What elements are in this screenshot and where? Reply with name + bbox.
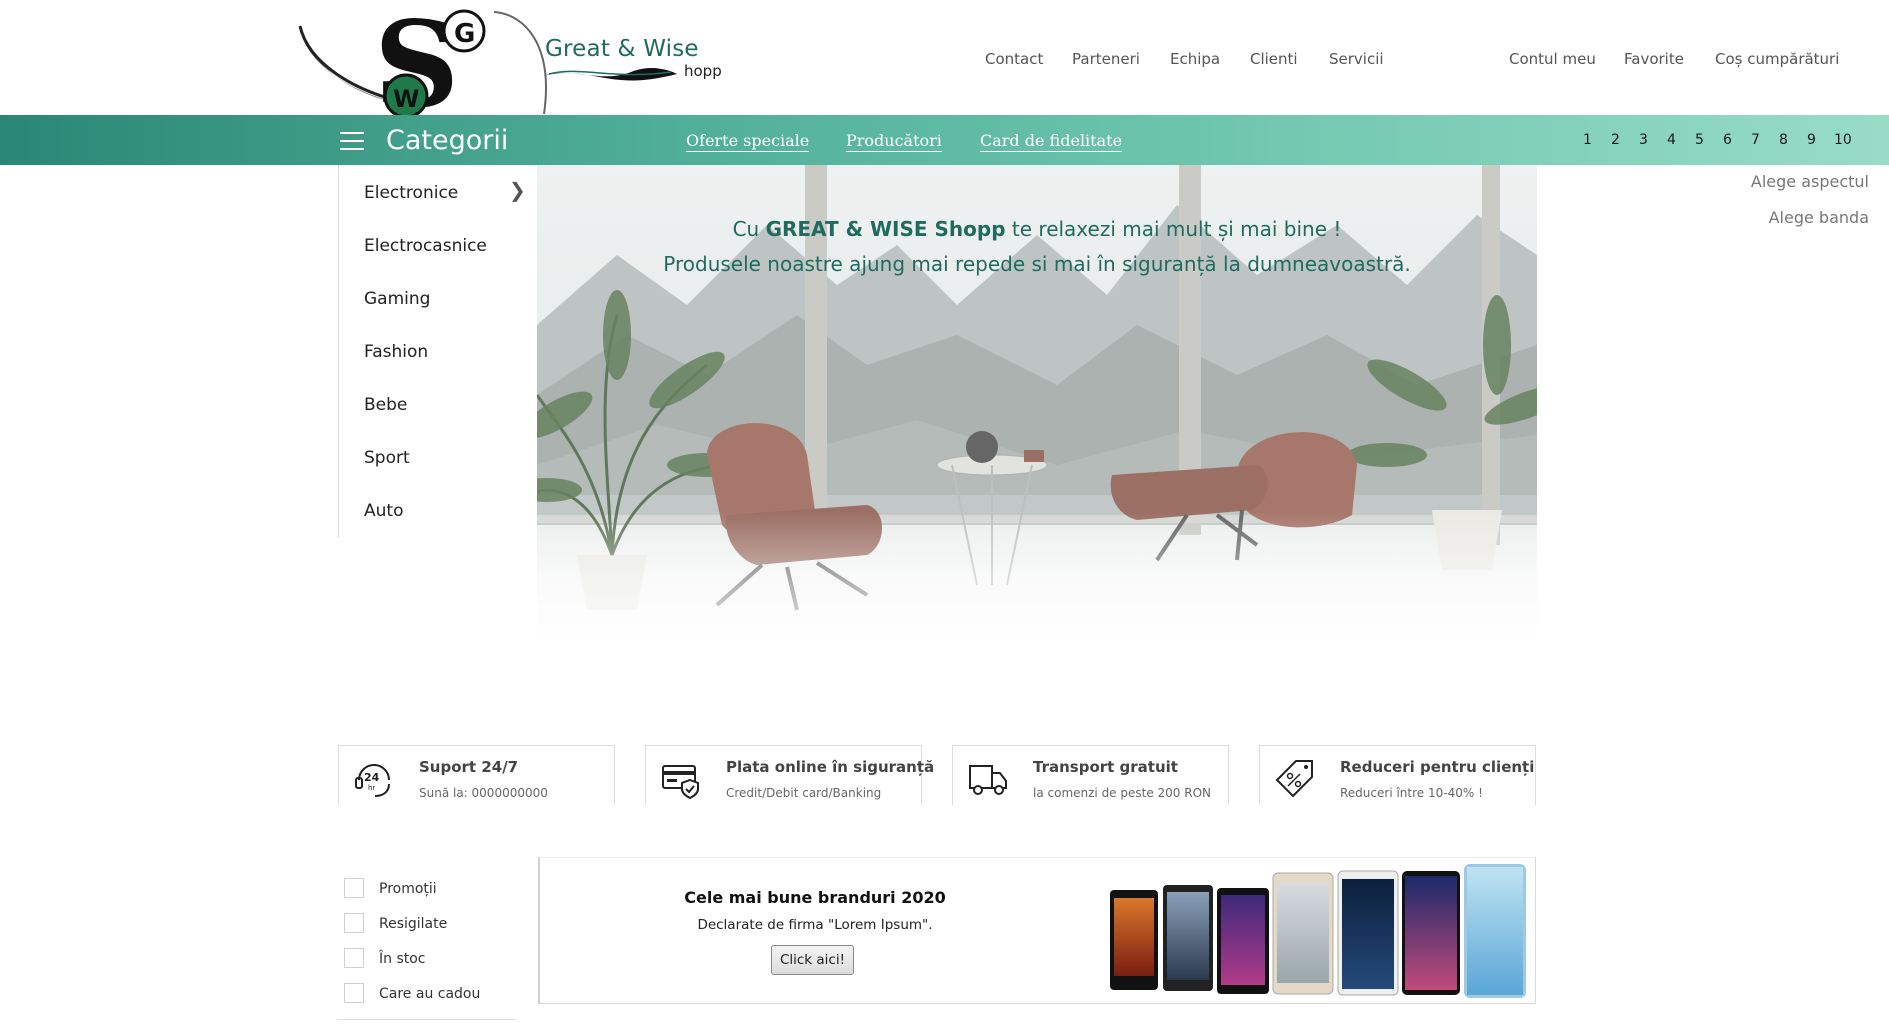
categories-title[interactable]: Categorii — [386, 125, 508, 156]
card-shield-icon — [662, 765, 699, 800]
page-8[interactable]: 8 — [1779, 132, 1788, 148]
category-electronice[interactable]: Electronice — [364, 183, 458, 203]
filter-label: Care au cadou — [379, 986, 481, 1002]
chevron-right-icon[interactable]: ❯ — [509, 178, 526, 202]
discount-tag-icon — [1275, 760, 1313, 798]
svg-text:hr: hr — [368, 784, 375, 792]
logo-letter-w: W — [393, 85, 419, 113]
link-card-fidelitate[interactable]: Card de fidelitate — [980, 131, 1123, 152]
category-auto[interactable]: Auto — [364, 501, 403, 521]
category-gaming[interactable]: Gaming — [364, 289, 430, 309]
page-10[interactable]: 10 — [1834, 132, 1852, 148]
nav-contact[interactable]: Contact — [985, 50, 1043, 68]
nav-parteneri[interactable]: Parteneri — [1072, 50, 1140, 68]
brands-promo: Cele mai bune branduri 2020 Declarate de… — [538, 857, 1536, 1004]
link-producatori[interactable]: Producători — [846, 131, 942, 152]
logo-letter-g: G — [454, 19, 475, 49]
category-bar: Categorii Oferte speciale Producători Ca… — [0, 115, 1889, 165]
page-1[interactable]: 1 — [1583, 132, 1592, 148]
page-6[interactable]: 6 — [1723, 132, 1732, 148]
option-alege-aspectul[interactable]: Alege aspectul — [1751, 172, 1869, 191]
category-sport[interactable]: Sport — [364, 448, 410, 468]
feature-title: Plata online în siguranță — [726, 758, 935, 776]
nav-favorite[interactable]: Favorite — [1624, 50, 1684, 68]
category-electrocasnice[interactable]: Electrocasnice — [364, 236, 487, 256]
filter-label: Promoții — [379, 881, 437, 897]
page-9[interactable]: 9 — [1807, 132, 1816, 148]
promo-subtitle: Declarate de firma "Lorem Ipsum". — [697, 917, 933, 933]
filter-list: Promoții Resigilate În stoc Care au cado… — [338, 870, 516, 1020]
page-7[interactable]: 7 — [1751, 132, 1760, 148]
menu-icon[interactable] — [340, 132, 364, 150]
feature-title: Suport 24/7 — [419, 758, 519, 776]
filter-label: În stoc — [379, 951, 426, 967]
checkbox[interactable] — [344, 878, 364, 898]
hero-subline: Produsele noastre ajung mai repede si ma… — [663, 252, 1411, 276]
support-24-icon: 24 hr — [355, 764, 390, 797]
brand-name[interactable]: Great & Wise hopp — [543, 36, 722, 81]
feature-title: Transport gratuit — [1033, 758, 1178, 776]
feature-free-shipping[interactable]: Transport gratuit la comenzi de peste 20… — [952, 745, 1229, 805]
nav-cos-cumparaturi[interactable]: Coș cumpărături — [1715, 50, 1839, 68]
checkbox[interactable] — [344, 983, 364, 1003]
promo-title: Cele mai bune branduri 2020 — [684, 888, 946, 907]
brand-title: Great & Wise — [545, 36, 699, 62]
feature-subtitle: Credit/Debit card/Banking — [726, 786, 882, 800]
brand-suffix: hopp — [684, 62, 722, 80]
nav-echipa[interactable]: Echipa — [1170, 50, 1220, 68]
filter-label: Resigilate — [379, 916, 448, 932]
hero-line1-post: te relaxezi mai mult și mai bine ! — [1005, 217, 1342, 241]
checkbox[interactable] — [344, 948, 364, 968]
nav-clienti[interactable]: Clienti — [1250, 50, 1298, 68]
link-oferte-speciale[interactable]: Oferte speciale — [686, 131, 810, 152]
hero-line1-pre: Cu — [732, 217, 766, 241]
category-fashion[interactable]: Fashion — [364, 342, 428, 362]
checkbox[interactable] — [344, 913, 364, 933]
feature-title: Reduceri pentru clienți — [1340, 758, 1535, 776]
feature-subtitle: la comenzi de peste 200 RON — [1033, 786, 1212, 800]
phones-image — [1110, 864, 1526, 998]
hero-brand: GREAT & WISE Shopp — [765, 217, 1006, 241]
page-5[interactable]: 5 — [1695, 132, 1704, 148]
feature-discounts[interactable]: Reduceri pentru clienți Reduceri între 1… — [1259, 745, 1536, 805]
option-alege-banda[interactable]: Alege banda — [1769, 208, 1869, 227]
nav-contul-meu[interactable]: Contul meu — [1509, 50, 1596, 68]
brand-swoosh-icon — [543, 68, 677, 81]
hero-banner[interactable]: Cu GREAT & WISE Shopp te relaxezi mai mu… — [537, 165, 1537, 660]
click-here-button[interactable]: Click aici! — [771, 945, 854, 975]
logo[interactable]: S G W — [294, 4, 574, 119]
page-2[interactable]: 2 — [1611, 132, 1620, 148]
hero-headline: Cu GREAT & WISE Shopp te relaxezi mai mu… — [537, 217, 1537, 241]
nav-servicii[interactable]: Servicii — [1329, 50, 1384, 68]
category-list: Electronice ❯ Electrocasnice Gaming Fash… — [338, 165, 538, 537]
feature-secure-payment[interactable]: Plata online în siguranță Credit/Debit c… — [645, 745, 934, 805]
category-bebe[interactable]: Bebe — [364, 395, 407, 415]
svg-text:24: 24 — [364, 771, 380, 784]
feature-subtitle: Sună la: 0000000000 — [419, 786, 548, 800]
page-4[interactable]: 4 — [1667, 132, 1676, 148]
page-3[interactable]: 3 — [1639, 132, 1648, 148]
truck-icon — [969, 765, 1007, 795]
feature-support[interactable]: 24 hr Suport 24/7 Sună la: 0000000000 — [338, 745, 615, 805]
category-label: Electronice — [364, 183, 459, 203]
feature-subtitle: Reduceri între 10-40% ! — [1340, 786, 1483, 800]
